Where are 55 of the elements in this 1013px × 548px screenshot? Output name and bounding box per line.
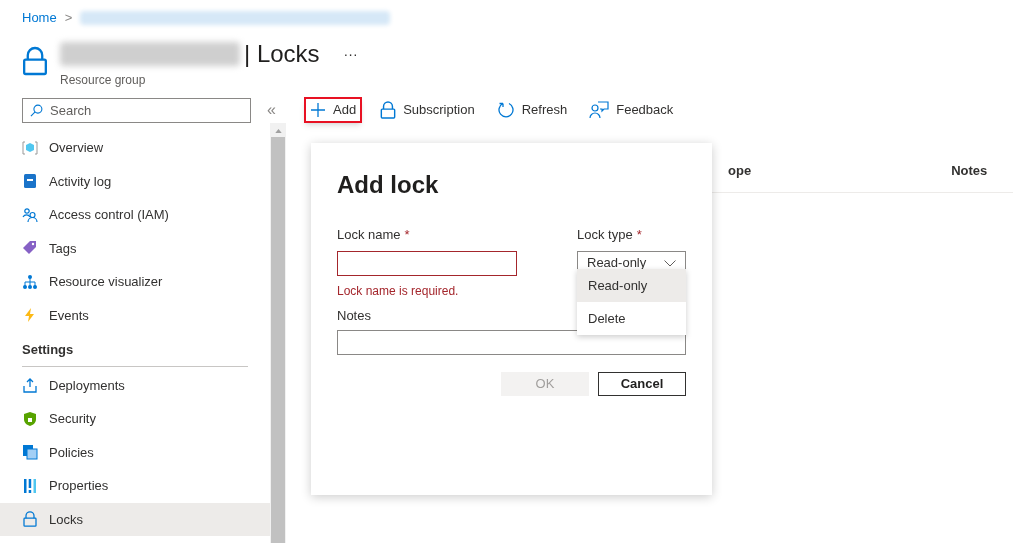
required-marker: * [404, 226, 410, 244]
sidebar-item[interactable]: Locks [0, 502, 270, 536]
field-label: Lock type [577, 226, 633, 244]
breadcrumb-link[interactable]: Home [22, 7, 57, 28]
sidebar-item[interactable]: Security [0, 402, 270, 436]
lock-name-field[interactable] [337, 250, 517, 276]
chevron-down-icon [664, 259, 676, 267]
sidebar-item[interactable]: Activity log [0, 164, 270, 198]
plus-icon [310, 102, 326, 118]
cancel-button[interactable]: Cancel [598, 372, 686, 396]
toolbar-button[interactable]: Subscription [376, 97, 479, 123]
column-header: ope [728, 161, 752, 180]
toolbar-button[interactable]: Add [304, 97, 363, 123]
scrollbar[interactable] [270, 123, 286, 543]
dropdown-option[interactable]: Read-only [577, 269, 686, 302]
breadcrumb-separator: > [64, 8, 73, 27]
toolbar-button[interactable]: Feedback [585, 97, 678, 123]
hierarchy-icon [22, 273, 38, 290]
page-title: | Locks [244, 39, 320, 69]
dropdown-option[interactable]: Delete [577, 302, 686, 335]
tag-icon [22, 240, 38, 257]
sidebar-item[interactable]: Deployments [0, 368, 270, 402]
field-label: Notes [337, 306, 371, 325]
log-icon [22, 173, 38, 190]
toolbar-button[interactable]: Refresh [492, 97, 572, 123]
cube-icon [22, 139, 38, 156]
scroll-up-icon [274, 129, 282, 133]
refresh-icon [496, 101, 515, 119]
sidebar-item[interactable]: Policies [0, 435, 270, 469]
panel-title: Add lock [337, 170, 440, 200]
people-icon [22, 206, 38, 223]
sidebar-item[interactable]: Tags [0, 231, 270, 265]
shield-icon [22, 410, 38, 427]
more-button[interactable]: ··· [343, 43, 358, 65]
page-subtitle: Resource group [60, 72, 147, 89]
upload-icon [22, 377, 38, 394]
sidebar-item[interactable]: Events [0, 298, 270, 332]
bars-icon [22, 477, 38, 494]
search-field[interactable]: Search [22, 97, 251, 123]
lock-icon [22, 511, 38, 528]
required-marker: * [636, 226, 642, 244]
error-message: Lock name is required. [337, 282, 460, 300]
column-header: Notes [951, 161, 988, 180]
lock-icon [380, 101, 397, 119]
sidebar-item[interactable]: Resource visualizer [0, 265, 270, 299]
sidebar-item[interactable]: Properties [0, 469, 270, 503]
documents-icon [22, 444, 38, 461]
field-label: Lock name [337, 226, 401, 244]
collapse-button[interactable]: « [267, 98, 276, 122]
feedback-icon [589, 101, 610, 119]
search-icon [30, 103, 43, 117]
sidebar-item[interactable]: Overview [0, 131, 270, 165]
sidebar-item[interactable]: Access control (IAM) [0, 198, 270, 232]
section-heading: Settings [22, 340, 248, 367]
lock-icon [22, 46, 48, 76]
